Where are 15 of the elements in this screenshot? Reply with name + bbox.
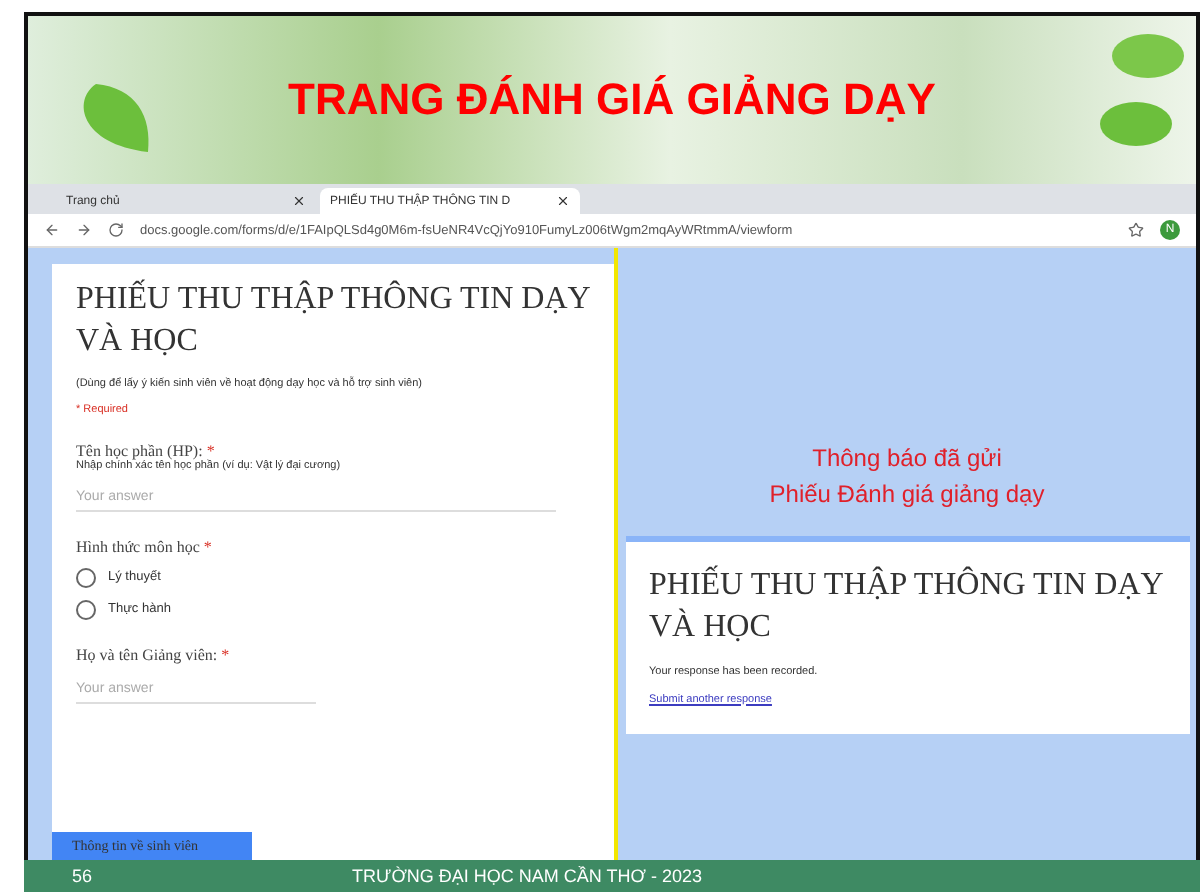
footer-text: TRƯỜNG ĐẠI HỌC NAM CẦN THƠ - 2023	[352, 866, 702, 886]
question-label: Tên học phần (HP): *	[76, 441, 215, 460]
reload-icon[interactable]	[108, 222, 124, 238]
forward-icon[interactable]	[76, 222, 92, 238]
close-icon[interactable]	[292, 194, 306, 208]
page-number: 56	[72, 866, 93, 886]
form-title: PHIẾU THU THẬP THÔNG TIN DẠY VÀ HỌC	[76, 280, 590, 362]
star-icon[interactable]	[1128, 222, 1144, 238]
close-icon[interactable]	[556, 194, 570, 208]
slide-title: TRANG ĐÁNH GIÁ GIẢNG DẠY	[288, 74, 936, 126]
back-icon[interactable]	[44, 222, 60, 238]
callout-text: Thông báo đã gửi Phiếu Đánh giá giảng dạy	[769, 442, 1045, 512]
question-label: Hình thức môn học *	[76, 537, 214, 556]
form-title: PHIẾU THU THẬP THÔNG TIN DẠY VÀ HỌC	[649, 566, 1165, 648]
question-label: Họ và tên Giảng viên: *	[76, 645, 232, 664]
